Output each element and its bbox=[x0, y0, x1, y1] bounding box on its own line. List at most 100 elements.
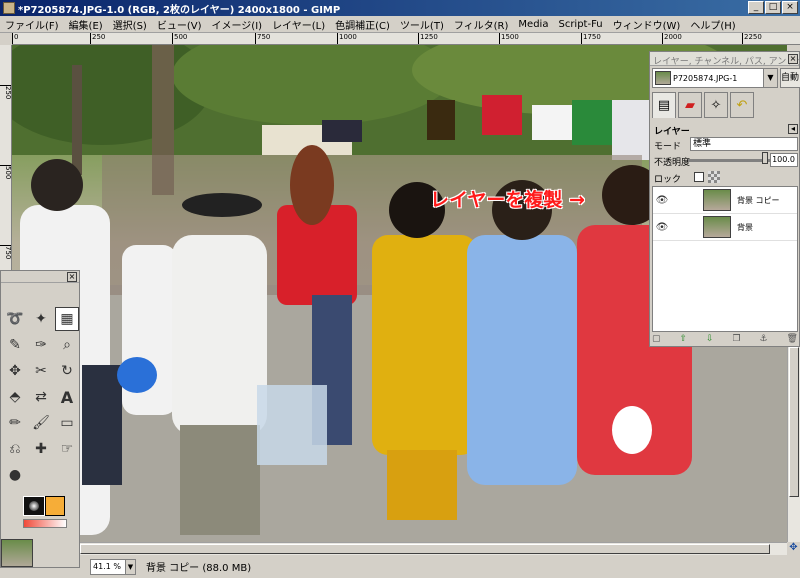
menu-image[interactable]: イメージ(I) bbox=[207, 17, 268, 32]
vertical-scrollbar[interactable] bbox=[787, 347, 800, 542]
menu-colors[interactable]: 色調補正(C) bbox=[330, 17, 395, 32]
paintbrush-tool-icon[interactable]: 🖌 bbox=[29, 411, 53, 435]
rotate-tool-icon[interactable]: ↻ bbox=[55, 359, 79, 383]
minimize-button[interactable]: _ bbox=[748, 1, 764, 14]
title-bar: *P7205874.JPG-1.0 (RGB, 2枚のレイヤー) 2400x18… bbox=[0, 0, 800, 16]
tool-grid: ➰ ✦ ▦ ✎ ✑ ⌕ ✥ ✂ ↻ ⬘ ⇄ A ✏ 🖌 ▭ ⎌ ✚ ☞ ● bbox=[3, 307, 79, 487]
opacity-slider-track[interactable] bbox=[688, 159, 770, 162]
layer-row[interactable]: 👁 背景 bbox=[653, 214, 797, 241]
move-tool-icon[interactable]: ✥ bbox=[3, 359, 27, 383]
gradient-swatch[interactable] bbox=[23, 519, 67, 528]
ruler-tick: 1500 bbox=[499, 33, 519, 44]
new-layer-icon[interactable]: ▢ bbox=[652, 334, 661, 346]
crop-tool-icon[interactable]: ✂ bbox=[29, 359, 53, 383]
vertical-scroll-thumb[interactable] bbox=[789, 347, 799, 497]
lock-checkbox[interactable] bbox=[694, 172, 704, 182]
dock-title[interactable]: レイヤー, チャンネル, パス, アンドゥ bbox=[650, 52, 799, 66]
layer-buttons: ▢ ⇧ ⇩ ❐ ⚓ 🗑 bbox=[652, 334, 798, 346]
image-name: P7205874.JPG-1 bbox=[673, 73, 738, 83]
horizontal-scrollbar[interactable] bbox=[80, 542, 787, 555]
menu-edit[interactable]: 編集(E) bbox=[64, 17, 108, 32]
flip-tool-icon[interactable]: ⇄ bbox=[29, 385, 53, 409]
active-image-thumbnail[interactable] bbox=[1, 539, 33, 567]
background-color-swatch[interactable] bbox=[45, 496, 65, 516]
opacity-label: 不透明度 bbox=[654, 158, 691, 168]
close-button[interactable]: × bbox=[782, 1, 798, 14]
menu-help[interactable]: ヘルプ(H) bbox=[685, 17, 740, 32]
ruler-tick: 500 bbox=[0, 165, 11, 179]
menu-filters[interactable]: フィルタ(R) bbox=[449, 17, 514, 32]
smudge-tool-icon[interactable]: ☞ bbox=[55, 437, 79, 461]
ruler-tick: 2000 bbox=[662, 33, 682, 44]
menu-bar: ファイル(F) 編集(E) 選択(S) ビュー(V) イメージ(I) レイヤー(… bbox=[0, 16, 800, 33]
text-tool-icon[interactable]: A bbox=[55, 385, 79, 409]
fuzzy-select-tool-icon[interactable]: ✦ bbox=[29, 307, 53, 331]
menu-media[interactable]: Media bbox=[513, 19, 553, 30]
delete-layer-icon[interactable]: 🗑 bbox=[787, 334, 798, 346]
auto-button[interactable]: 自動 bbox=[780, 68, 800, 88]
chevron-down-icon[interactable]: ▼ bbox=[763, 69, 777, 87]
tab-channels-icon[interactable]: ▰ bbox=[678, 92, 702, 118]
eye-icon[interactable]: 👁 bbox=[653, 195, 671, 206]
ruler-tick: 1250 bbox=[418, 33, 438, 44]
bucket-fill-tool-icon[interactable]: ⬘ bbox=[3, 385, 27, 409]
menu-layer[interactable]: レイヤー(L) bbox=[267, 17, 330, 32]
layer-row[interactable]: 👁 背景 コピー bbox=[653, 187, 797, 214]
toolbox-close-icon[interactable]: × bbox=[67, 272, 77, 282]
tab-undo-icon[interactable]: ↶ bbox=[730, 92, 754, 118]
mode-label: モード bbox=[654, 142, 682, 152]
opacity-slider-handle[interactable] bbox=[762, 152, 768, 164]
paths-tool-icon[interactable]: ✎ bbox=[3, 333, 27, 357]
eye-icon[interactable]: 👁 bbox=[653, 222, 671, 233]
menu-script-fu[interactable]: Script-Fu bbox=[553, 19, 607, 30]
ruler-tick: 1000 bbox=[337, 33, 357, 44]
layer-list: 👁 背景 コピー 👁 背景 bbox=[652, 186, 798, 332]
tab-layers-icon[interactable]: ▤ bbox=[652, 92, 676, 118]
ruler-tick: 250 bbox=[0, 85, 11, 99]
menu-windows[interactable]: ウィンドウ(W) bbox=[608, 17, 686, 32]
layers-section-label: レイヤー bbox=[654, 127, 690, 137]
layer-thumbnail bbox=[703, 216, 731, 238]
menu-file[interactable]: ファイル(F) bbox=[0, 17, 64, 32]
layer-thumbnail bbox=[703, 189, 731, 211]
lock-alpha-icon[interactable] bbox=[708, 171, 720, 183]
clone-tool-icon[interactable]: ⎌ bbox=[3, 437, 27, 461]
opacity-field[interactable]: 100.0 bbox=[770, 153, 798, 167]
pencil-tool-icon[interactable]: ✏ bbox=[3, 411, 27, 435]
chevron-down-icon[interactable]: ▼ bbox=[126, 558, 136, 575]
lower-layer-icon[interactable]: ⇩ bbox=[706, 334, 714, 346]
select-by-color-tool-icon[interactable]: ▦ bbox=[55, 307, 79, 331]
navigate-icon[interactable]: ✥ bbox=[787, 542, 800, 555]
ruler-tick: 250 bbox=[90, 33, 105, 44]
tab-paths-icon[interactable]: ✧ bbox=[704, 92, 728, 118]
ruler-tick: 0 bbox=[12, 33, 18, 44]
menu-view[interactable]: ビュー(V) bbox=[152, 17, 207, 32]
image-selector[interactable]: P7205874.JPG-1 ▼ bbox=[652, 68, 778, 88]
raise-layer-icon[interactable]: ⇧ bbox=[679, 334, 687, 346]
menu-select[interactable]: 選択(S) bbox=[108, 17, 152, 32]
layers-menu-icon[interactable]: ◂ bbox=[788, 124, 798, 134]
zoom-field[interactable]: 41.1 % bbox=[90, 558, 126, 575]
lock-label: ロック bbox=[654, 175, 682, 185]
image-thumbnail-icon bbox=[655, 71, 671, 85]
color-picker-tool-icon[interactable]: ✑ bbox=[29, 333, 53, 357]
menu-tools[interactable]: ツール(T) bbox=[395, 17, 449, 32]
ruler-left[interactable]: 250 500 750 bbox=[0, 45, 12, 270]
dock-close-icon[interactable]: × bbox=[788, 54, 798, 64]
dodge-burn-tool-icon[interactable]: ● bbox=[3, 463, 27, 487]
eraser-tool-icon[interactable]: ▭ bbox=[55, 411, 79, 435]
heal-tool-icon[interactable]: ✚ bbox=[29, 437, 53, 461]
duplicate-layer-annotation: レイヤーを複製 → bbox=[430, 189, 585, 211]
mode-select[interactable]: 標準 bbox=[690, 137, 798, 151]
horizontal-scroll-thumb[interactable] bbox=[80, 544, 770, 554]
zoom-tool-icon[interactable]: ⌕ bbox=[55, 333, 79, 357]
layers-dock: レイヤー, チャンネル, パス, アンドゥ × P7205874.JPG-1 ▼… bbox=[649, 51, 800, 347]
anchor-layer-icon[interactable]: ⚓ bbox=[760, 334, 768, 346]
layer-name: 背景 コピー bbox=[737, 195, 780, 205]
lasso-tool-icon[interactable]: ➰ bbox=[3, 307, 27, 331]
foreground-color-swatch[interactable] bbox=[23, 496, 45, 516]
maximize-button[interactable]: □ bbox=[765, 1, 781, 14]
ruler-top[interactable]: 0 250 500 750 1000 1250 1500 1750 2000 2… bbox=[12, 33, 800, 45]
ruler-tick: 1750 bbox=[581, 33, 601, 44]
duplicate-layer-icon[interactable]: ❐ bbox=[732, 334, 740, 346]
